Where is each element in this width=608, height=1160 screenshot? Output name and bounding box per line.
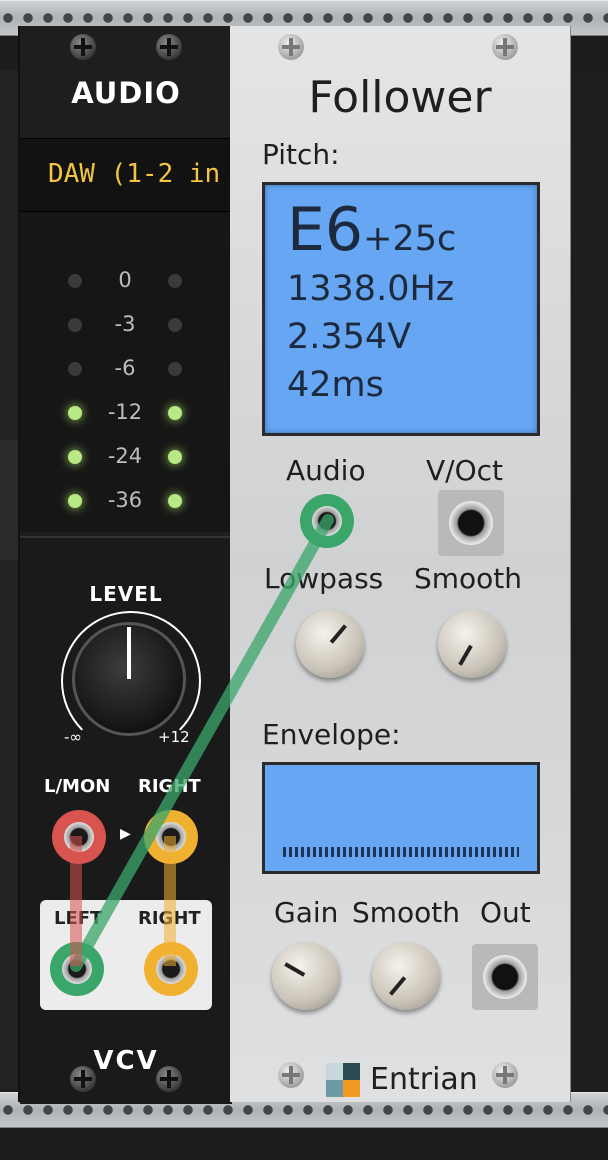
output-left-jack[interactable] [50,942,104,996]
out-label: Out [480,896,531,929]
pitch-note: E6 [287,195,364,265]
smooth-knob[interactable] [438,610,506,678]
envelope-waveform [283,847,519,857]
envelope-display [262,762,540,874]
pitch-frequency: 1338.0Hz [287,269,455,309]
lowpass-knob[interactable] [296,610,364,678]
meter-led-left [68,274,82,288]
level-meter: 0 -3 -6 -12 -24 -36 [20,212,232,532]
meter-db-label: -24 [107,444,143,468]
input-right-label: RIGHT [138,776,201,797]
arrow-right-icon: ▶ [120,826,131,842]
smooth2-label: Smooth [352,896,461,929]
screw-icon [70,34,96,60]
screw-icon [278,34,304,60]
voct-output-jack[interactable] [438,490,504,556]
smooth-label: Smooth [414,562,523,595]
follower-module: Follower Pitch: E6+25c 1338.0Hz 2.354V 4… [230,26,571,1102]
input-left-label: L/MON [44,776,111,797]
follower-title: Follower [308,72,492,123]
entrian-brand-text: Entrian [370,1062,478,1097]
pitch-label: Pitch: [262,138,340,171]
envelope-label: Envelope: [262,718,401,751]
meter-led-left [68,362,82,376]
input-left-jack[interactable] [52,810,106,864]
level-knob[interactable] [61,611,201,751]
meter-led-left [68,450,82,464]
audio-input-label: Audio [286,454,366,487]
pitch-display: E6+25c 1338.0Hz 2.354V 42ms [262,182,540,436]
meter-led-right [168,318,182,332]
meter-led-left [68,318,82,332]
audio-input-jack[interactable] [300,494,354,548]
screw-icon [156,1066,182,1092]
entrian-brand: Entrian [326,1062,478,1097]
lowpass-label: Lowpass [264,562,384,595]
output-right-label: RIGHT [138,908,201,929]
output-right-jack[interactable] [144,942,198,996]
gain-knob[interactable] [272,942,340,1010]
meter-led-right [168,362,182,376]
audio-controls: LEVEL -∞ +12 L/MON RIGHT ▶ [20,536,232,1104]
pitch-cents: +25c [363,219,457,259]
smooth2-knob[interactable] [372,942,440,1010]
vcv-logo: VCV [93,1046,159,1076]
meter-db-label: 0 [118,268,132,292]
input-right-jack[interactable] [144,810,198,864]
meter-db-label: -36 [107,488,143,512]
pitch-note-readout: E6+25c [287,195,456,265]
audio-device-selector[interactable]: DAW (1-2 in [20,138,232,212]
output-panel: LEFT RIGHT [40,900,212,1010]
screw-icon [70,1066,96,1092]
level-label: LEVEL [89,582,163,606]
meter-led-right [168,274,182,288]
meter-led-right [168,406,182,420]
envelope-output-jack[interactable] [472,944,538,1010]
meter-db-label: -3 [114,312,136,336]
meter-led-left [68,406,82,420]
meter-db-label: -12 [107,400,143,424]
screw-icon [492,34,518,60]
voct-output-label: V/Oct [426,454,503,487]
level-max-label: +12 [158,728,190,746]
neighbor-module [570,70,608,1090]
audio-module-title: AUDIO [71,76,181,110]
meter-led-left [68,494,82,508]
screw-icon [278,1062,304,1088]
meter-led-right [168,494,182,508]
output-left-label: LEFT [54,908,103,929]
gain-label: Gain [274,896,339,929]
pitch-time: 42ms [287,365,384,405]
audio-device-name: DAW (1-2 in [48,159,221,189]
screw-icon [156,34,182,60]
pitch-voltage: 2.354V [287,317,412,357]
level-min-label: -∞ [64,728,82,746]
meter-led-right [168,450,182,464]
screw-icon [492,1062,518,1088]
entrian-logo-icon [326,1062,360,1097]
meter-db-label: -6 [114,356,136,380]
audio-module: AUDIO DAW (1-2 in 0 -3 -6 -12 -24 -36 LE… [18,26,233,1104]
